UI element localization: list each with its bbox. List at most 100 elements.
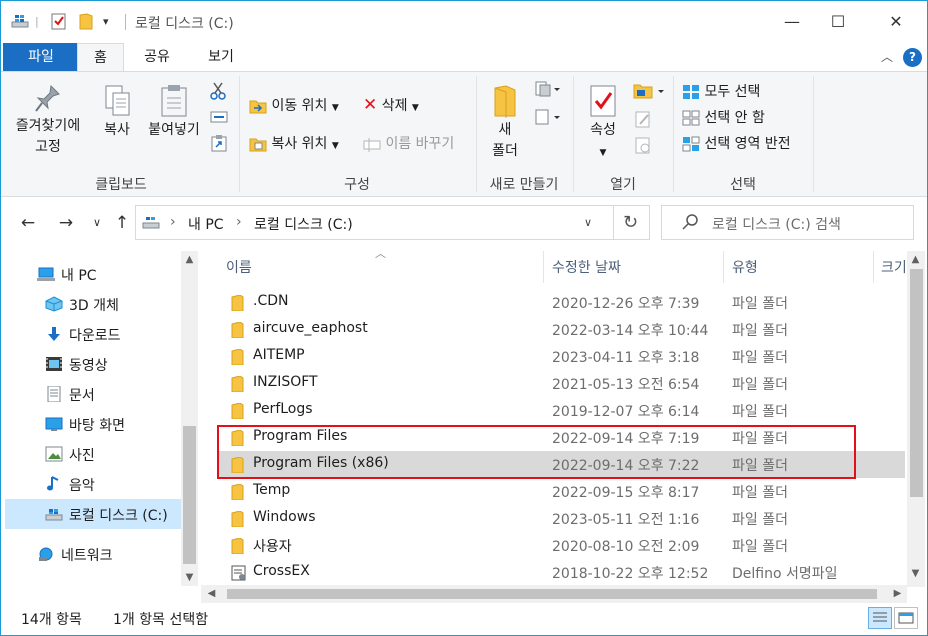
large-icons-view-button[interactable]	[894, 607, 918, 629]
maximize-button[interactable]: ☐	[815, 1, 861, 43]
navigation-bar: ← → ∨ ↑ › 내 PC › 로컬 디스크 (C:) ∨ ↻ 로컬 디스크 …	[1, 197, 927, 251]
new-folder-qat-icon[interactable]	[79, 13, 93, 35]
forward-arrow-icon[interactable]: →	[55, 212, 77, 234]
scroll-up-icon[interactable]: ▲	[181, 251, 198, 268]
nav-item-documents[interactable]: 문서	[5, 379, 181, 409]
new-folder-label: 새	[498, 122, 512, 138]
nav-item-videos[interactable]: 동영상	[5, 349, 181, 379]
recent-locations-chevron-icon[interactable]: ∨	[86, 212, 108, 234]
file-row[interactable]: Windows 2023-05-11 오전 1:16 파일 폴더	[219, 505, 905, 532]
open-icon[interactable]	[633, 82, 665, 104]
copy-to-button[interactable]: 복사 위치 ▼	[249, 133, 339, 153]
file-row[interactable]: aircuve_eaphost 2022-03-14 오후 10:44 파일 폴…	[219, 316, 905, 343]
copy-icon	[105, 85, 130, 116]
invert-selection-button[interactable]: 선택 영역 반전	[682, 133, 791, 153]
breadcrumb-this-pc[interactable]: 내 PC	[188, 214, 224, 234]
copy-button[interactable]: 복사	[97, 84, 137, 141]
properties-button[interactable]: 속성 ▼	[581, 84, 625, 164]
nav-item-network[interactable]: 네트워크	[5, 539, 181, 569]
refresh-icon[interactable]: ↻	[612, 205, 650, 240]
column-header-type[interactable]: 유형	[732, 257, 758, 277]
search-input[interactable]: 로컬 디스크 (C:) 검색	[712, 214, 841, 234]
file-row[interactable]: INZISOFT 2021-05-13 오전 6:54 파일 폴더	[219, 370, 905, 397]
pin-to-quick-access-button[interactable]: 즐겨찾기에 고정	[9, 84, 87, 158]
paste-shortcut-icon[interactable]	[211, 134, 227, 156]
scroll-down-icon[interactable]: ▼	[907, 565, 924, 582]
edit-icon[interactable]	[634, 110, 652, 132]
search-box[interactable]: 로컬 디스크 (C:) 검색	[661, 205, 914, 240]
easy-access-icon[interactable]	[534, 108, 560, 130]
select-none-button[interactable]: 선택 안 함	[682, 107, 765, 127]
new-folder-button[interactable]: 새 폴더	[483, 84, 527, 162]
column-separator[interactable]	[873, 251, 874, 283]
breadcrumb-local-disk[interactable]: 로컬 디스크 (C:)	[254, 214, 353, 234]
scroll-down-icon[interactable]: ▼	[181, 569, 198, 586]
nav-item-desktop[interactable]: 바탕 화면	[5, 409, 181, 439]
vertical-scroll-thumb[interactable]	[910, 269, 923, 497]
nav-item-music[interactable]: 음악	[5, 469, 181, 499]
file-date: 2022-09-15 오후 8:17	[552, 485, 700, 501]
column-header-date[interactable]: 수정한 날짜	[552, 257, 621, 277]
organize-group-label: 구성	[344, 177, 370, 193]
back-arrow-icon[interactable]: ←	[17, 212, 39, 234]
horizontal-scroll-thumb[interactable]	[227, 589, 877, 599]
properties-dropdown-icon: ▼	[599, 148, 607, 158]
cut-icon[interactable]	[210, 82, 226, 104]
nav-item-this-pc[interactable]: 내 PC	[5, 259, 181, 289]
column-separator[interactable]	[543, 251, 544, 283]
history-icon[interactable]	[634, 136, 652, 158]
video-icon	[46, 357, 62, 371]
details-view-button[interactable]	[868, 607, 892, 629]
drive-icon	[45, 509, 63, 521]
file-row[interactable]: 사용자 2020-08-10 오전 2:09 파일 폴더	[219, 532, 905, 559]
tab-share[interactable]: 공유	[131, 43, 183, 71]
nav-label: 문서	[69, 388, 95, 404]
delete-button[interactable]: ✕ 삭제 ▼	[363, 95, 419, 115]
file-name: aircuve_eaphost	[253, 320, 368, 336]
pin-label: 즐겨찾기에	[15, 118, 81, 134]
nav-label: 로컬 디스크 (C:)	[69, 508, 168, 524]
close-button[interactable]: ✕	[873, 1, 919, 43]
column-header-size[interactable]: 크기	[881, 257, 907, 277]
address-dropdown-icon[interactable]: ∨	[584, 216, 592, 229]
tab-home[interactable]: 홈	[77, 43, 124, 72]
file-row[interactable]: .CDN 2020-12-26 오후 7:39 파일 폴더	[219, 289, 905, 316]
tab-file[interactable]: 파일	[3, 43, 79, 71]
paste-button[interactable]: 붙여넣기	[143, 84, 205, 141]
title-separator	[125, 14, 126, 30]
new-item-icon[interactable]	[534, 80, 560, 102]
file-row[interactable]: AITEMP 2023-04-11 오후 3:18 파일 폴더	[219, 343, 905, 370]
scroll-left-icon[interactable]: ◀	[203, 585, 220, 602]
breadcrumb-chevron-icon[interactable]: ›	[236, 214, 242, 230]
folder-icon	[231, 295, 244, 311]
scroll-right-icon[interactable]: ▶	[889, 585, 906, 602]
column-header-name[interactable]: 이름	[226, 257, 252, 277]
qat-customize-icon[interactable]: ▾	[103, 13, 109, 31]
certificate-file-icon	[231, 565, 246, 581]
column-separator[interactable]	[723, 251, 724, 283]
select-all-button[interactable]: 모두 선택	[682, 81, 760, 101]
up-arrow-icon[interactable]: ↑	[111, 212, 133, 234]
nav-item-downloads[interactable]: 다운로드	[5, 319, 181, 349]
properties-check-icon[interactable]	[51, 13, 67, 35]
help-icon[interactable]: ?	[903, 48, 922, 67]
address-bar[interactable]: › 내 PC › 로컬 디스크 (C:) ∨	[135, 205, 614, 240]
copy-path-icon[interactable]	[210, 110, 228, 128]
drive-icon[interactable]	[11, 13, 29, 34]
rename-button[interactable]: 이름 바꾸기	[363, 133, 454, 153]
move-to-button[interactable]: 이동 위치 ▼	[249, 95, 339, 115]
file-name: INZISOFT	[253, 374, 318, 390]
nav-scroll-thumb[interactable]	[183, 426, 196, 564]
nav-item-pictures[interactable]: 사진	[5, 439, 181, 469]
nav-item-3d-objects[interactable]: 3D 개체	[5, 289, 181, 319]
breadcrumb-chevron-icon[interactable]: ›	[170, 214, 176, 230]
scroll-up-icon[interactable]: ▲	[907, 251, 924, 268]
file-row[interactable]: PerfLogs 2019-12-07 오후 6:14 파일 폴더	[219, 397, 905, 424]
nav-item-local-disk[interactable]: 로컬 디스크 (C:)	[5, 499, 181, 529]
tab-view[interactable]: 보기	[193, 43, 249, 71]
collapse-ribbon-icon[interactable]: ︿	[881, 43, 893, 71]
file-row[interactable]: Temp 2022-09-15 오후 8:17 파일 폴더	[219, 478, 905, 505]
minimize-button[interactable]: —	[769, 1, 815, 43]
file-row[interactable]: CrossEX 2018-10-22 오후 12:52 Delfino 서명파일	[219, 559, 905, 586]
ribbon: 즐겨찾기에 고정 복사 붙여넣기 클립보드 이동 위치 ▼ 복사 위치 ▼ ✕ …	[1, 71, 927, 197]
